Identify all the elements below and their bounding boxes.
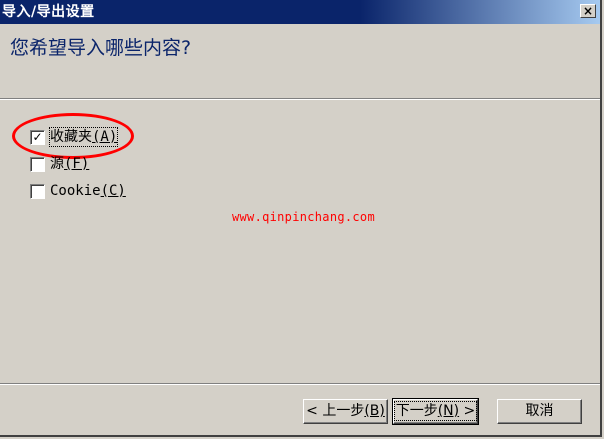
next-button[interactable]: 下一步(N) > [392, 398, 479, 425]
checkmark-icon: ✓ [32, 130, 43, 144]
import-export-dialog: 导入/导出设置 × 您希望导入哪些内容? ✓ 收藏夹(A) 源(F) Cooki… [0, 0, 602, 437]
header-divider [0, 98, 600, 100]
window-title: 导入/导出设置 [2, 4, 95, 20]
favorites-checkbox[interactable]: ✓ [30, 130, 45, 145]
close-button[interactable]: × [580, 4, 596, 18]
footer-divider [0, 383, 600, 385]
cancel-button[interactable]: 取消 [497, 399, 582, 424]
feeds-label[interactable]: 源(F) [50, 155, 89, 173]
cookie-checkbox[interactable] [30, 184, 45, 199]
wizard-header: 您希望导入哪些内容? [0, 24, 600, 98]
title-bar: 导入/导出设置 × [0, 0, 600, 24]
favorites-label[interactable]: 收藏夹(A) [48, 127, 119, 147]
feeds-checkbox[interactable] [30, 157, 45, 172]
cookie-label[interactable]: Cookie(C) [50, 182, 126, 200]
close-icon: × [582, 4, 594, 18]
back-button[interactable]: < 上一步(B) [303, 399, 388, 424]
watermark-text: www.qinpinchang.com [232, 210, 375, 224]
page-title: 您希望导入哪些内容? [10, 37, 192, 59]
